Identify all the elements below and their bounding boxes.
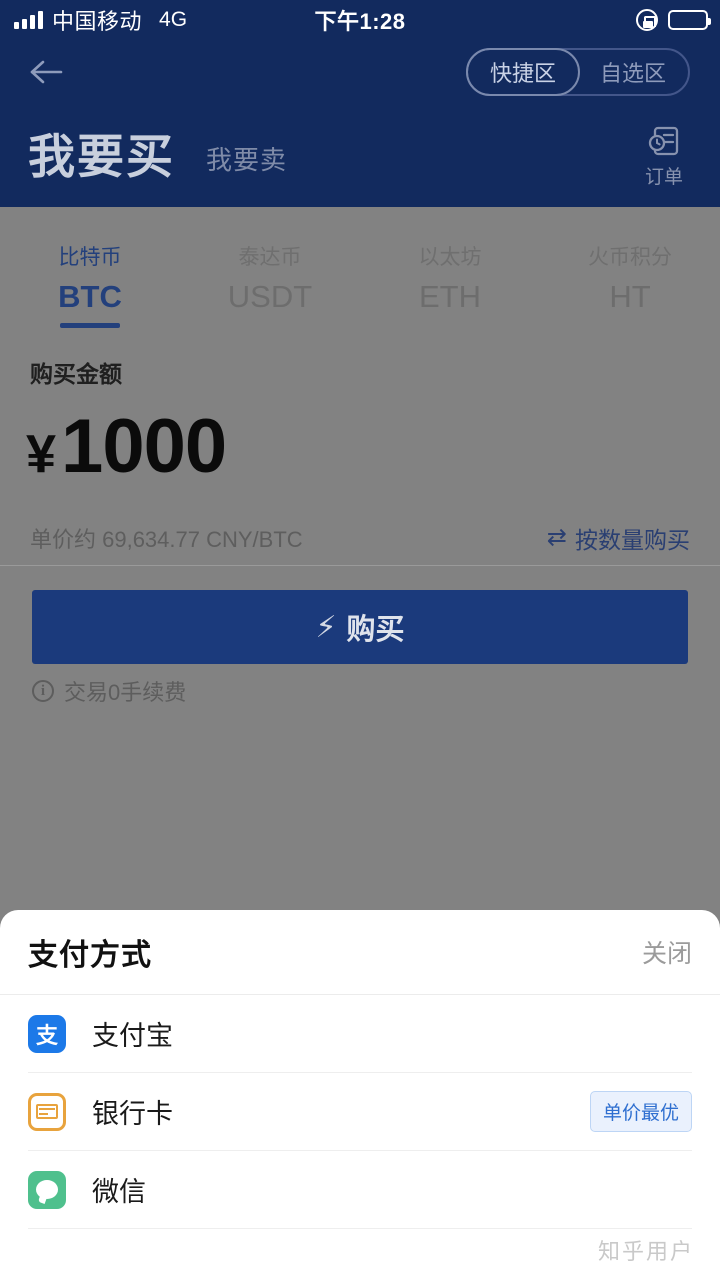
coin-tab-ht-symbol: HT <box>609 279 651 314</box>
info-circle-icon: i <box>32 680 54 702</box>
payment-method-wechat[interactable]: 微信 <box>28 1151 692 1229</box>
coin-tab-active-underline <box>60 323 120 328</box>
status-bar-clock: 下午1:28 <box>314 9 406 34</box>
coin-tab-usdt-cn: 泰达币 <box>238 246 302 269</box>
wechat-icon <box>28 1170 66 1209</box>
segment-quick-zone-label: 快捷区 <box>489 61 556 86</box>
unit-price-label: 单价约 69,634.77 CNY/BTC <box>30 526 303 552</box>
lightning-bolt-icon: ⚡ <box>315 610 337 644</box>
payment-sheet-close-button[interactable]: 关闭 <box>642 934 692 970</box>
price-row: 单价约 69,634.77 CNY/BTC ⇄ 按数量购买 <box>0 510 720 566</box>
tab-sell[interactable]: 我要卖 <box>206 140 287 177</box>
buy-button[interactable]: ⚡ 购买 <box>32 590 688 664</box>
coin-tab-btc-symbol: BTC <box>58 279 122 314</box>
rotation-lock-icon <box>636 9 658 31</box>
fee-note: i 交易0手续费 <box>32 675 186 707</box>
coin-tab-ht-cn: 火币积分 <box>588 246 672 269</box>
title-row: 我要买 我要卖 订单 <box>0 122 720 192</box>
coin-tab-eth[interactable]: 以太坊 ETH <box>360 219 540 324</box>
segment-quick-zone[interactable]: 快捷区 <box>465 48 580 96</box>
orders-button[interactable]: 订单 <box>634 124 694 189</box>
battery-icon <box>668 10 711 30</box>
orders-label: 订单 <box>644 167 683 188</box>
app-screen: 中国移动 4G 下午1:28 快捷区 自选区 我要买 我要卖 订单 比特币 BT… <box>0 0 720 1280</box>
watermark: 知乎用户 <box>597 1239 694 1264</box>
amount-input[interactable]: ¥ 1000 <box>26 403 227 490</box>
header-region: 中国移动 4G 下午1:28 快捷区 自选区 我要买 我要卖 订单 <box>0 0 720 207</box>
coin-tab-eth-cn: 以太坊 <box>418 246 482 269</box>
coin-tab-usdt-symbol: USDT <box>227 279 313 314</box>
amount-label: 购买金额 <box>30 361 122 387</box>
nav-row: 快捷区 自选区 <box>0 46 720 106</box>
coin-tabs: 比特币 BTC 泰达币 USDT 以太坊 ETH 火币积分 HT <box>0 219 720 328</box>
payment-method-alipay-label: 支付宝 <box>92 1021 173 1051</box>
status-bar: 中国移动 4G 下午1:28 <box>0 0 720 40</box>
status-bar-right <box>636 9 711 31</box>
swap-arrows-icon: ⇄ <box>546 523 567 551</box>
switch-to-quantity-label: 按数量购买 <box>575 526 690 553</box>
alipay-icon-glyph: 支 <box>35 1022 58 1048</box>
payment-sheet-title: 支付方式 <box>28 939 152 972</box>
switch-to-quantity-button[interactable]: ⇄ 按数量购买 <box>547 521 690 555</box>
alipay-icon: 支 <box>28 1014 66 1053</box>
coin-tab-usdt[interactable]: 泰达币 USDT <box>180 219 360 324</box>
order-document-clock-icon <box>648 126 679 156</box>
payment-sheet-header: 支付方式 关闭 <box>0 910 720 995</box>
payment-method-alipay[interactable]: 支 支付宝 <box>28 995 692 1073</box>
buy-button-label: 购买 <box>346 614 405 646</box>
fee-note-label: 交易0手续费 <box>64 680 187 705</box>
coin-tab-btc[interactable]: 比特币 BTC <box>0 219 180 328</box>
back-button[interactable] <box>24 50 68 94</box>
payment-method-sheet: 支付方式 关闭 支 支付宝 银行卡 单价最优 微信 知乎用户 <box>0 910 720 1280</box>
zone-segmented-control[interactable]: 快捷区 自选区 <box>465 48 690 96</box>
bank-card-icon <box>28 1092 66 1131</box>
payment-method-bank-card-label: 银行卡 <box>92 1099 173 1129</box>
tab-buy[interactable]: 我要买 <box>28 118 175 187</box>
payment-method-wechat-label: 微信 <box>92 1177 146 1207</box>
coin-tab-btc-cn: 比特币 <box>58 246 122 269</box>
amount-value: 1000 <box>61 404 227 489</box>
best-price-badge: 单价最优 <box>589 1091 692 1132</box>
page-content: 比特币 BTC 泰达币 USDT 以太坊 ETH 火币积分 HT 购买金额 ¥ … <box>0 207 720 910</box>
coin-tab-ht[interactable]: 火币积分 HT <box>540 219 720 324</box>
currency-symbol: ¥ <box>26 424 56 484</box>
payment-method-bank-card[interactable]: 银行卡 单价最优 <box>28 1073 692 1151</box>
back-arrow-icon <box>30 60 63 84</box>
segment-custom-zone[interactable]: 自选区 <box>578 48 688 96</box>
segment-custom-zone-label: 自选区 <box>599 61 666 86</box>
coin-tab-eth-symbol: ETH <box>419 279 481 314</box>
